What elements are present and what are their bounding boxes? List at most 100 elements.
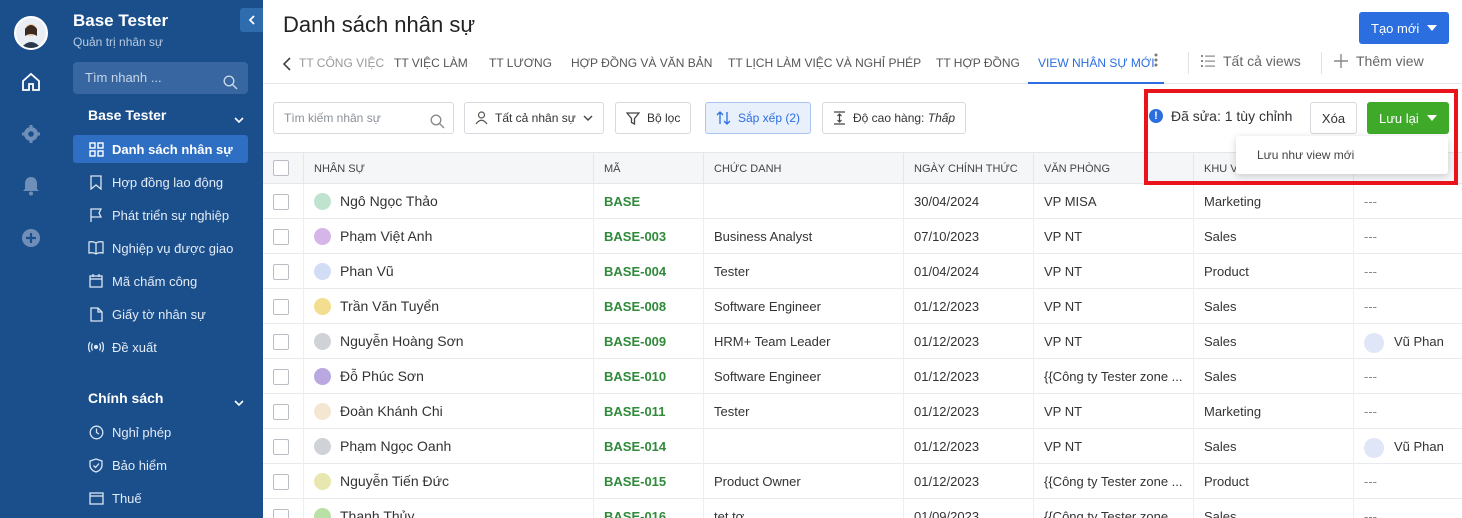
table-row[interactable]: Thanh Thủy BASE-016 tet tơ 01/09/2023 {{Công… bbox=[263, 499, 1462, 518]
employee-title: tet tơ bbox=[703, 499, 903, 518]
row-checkbox[interactable] bbox=[273, 439, 289, 455]
tab-tt-lich-lam-viec[interactable]: TT LỊCH LÀM VIỆC VÀ NGHỈ PHÉP bbox=[728, 56, 921, 70]
employee-area: Sales bbox=[1193, 359, 1353, 394]
row-height-button[interactable]: Độ cao hàng: Thấp bbox=[822, 102, 967, 134]
employee-area: Marketing bbox=[1193, 184, 1353, 219]
row-checkbox[interactable] bbox=[273, 194, 289, 210]
column-header-ngay-chinh-thuc[interactable]: NGÀY CHÍNH THỨC bbox=[903, 153, 1033, 185]
settings-gear-icon[interactable] bbox=[19, 122, 43, 146]
employee-title: Product Owner bbox=[703, 464, 903, 499]
employee-start-date: 01/09/2023 bbox=[903, 499, 1033, 518]
row-checkbox[interactable] bbox=[273, 404, 289, 420]
receipt-icon bbox=[88, 490, 104, 506]
table-row[interactable]: Phan Vũ BASE-004 Tester 01/04/2024 VP NT Prod… bbox=[263, 254, 1462, 289]
employee-office: VP NT bbox=[1033, 394, 1193, 429]
divider bbox=[1188, 52, 1189, 74]
save-button[interactable]: Lưu lại bbox=[1367, 102, 1449, 134]
employee-name-cell[interactable]: Phạm Việt Anh bbox=[303, 219, 593, 254]
sidebar-item-hop-dong-lao-dong[interactable]: Hợp đồng lao động bbox=[73, 168, 248, 196]
employee-name-cell[interactable]: Đỗ Phúc Sơn bbox=[303, 359, 593, 394]
employee-start-date: 30/04/2024 bbox=[903, 184, 1033, 219]
sidebar-item-giay-to-nhan-su[interactable]: Giấy tờ nhân sự bbox=[73, 300, 248, 328]
sort-button[interactable]: Sắp xếp (2) bbox=[705, 102, 812, 134]
sidebar-item-de-xuat[interactable]: Đề xuất bbox=[73, 333, 248, 361]
employee-avatar bbox=[314, 263, 331, 280]
row-checkbox[interactable] bbox=[273, 474, 289, 490]
table-row[interactable]: Phạm Việt Anh BASE-003 Business Analyst 07/… bbox=[263, 219, 1462, 254]
sidebar-item-label: Danh sách nhân sự bbox=[112, 141, 233, 157]
sidebar-item-phat-trien-su-nghiep[interactable]: Phát triển sự nghiệp bbox=[73, 201, 248, 229]
caret-down-icon bbox=[1427, 25, 1437, 31]
employee-name-cell[interactable]: Thanh Thủy bbox=[303, 499, 593, 518]
employee-area: Marketing bbox=[1193, 394, 1353, 429]
sidebar-item-thue[interactable]: Thuế bbox=[73, 484, 248, 512]
shield-icon bbox=[88, 457, 104, 473]
home-icon[interactable] bbox=[19, 70, 43, 94]
chevron-down-icon[interactable] bbox=[234, 395, 244, 410]
tab-view-nhan-su-moi[interactable]: VIEW NHÂN SỰ MỚI bbox=[1038, 56, 1155, 70]
employee-name-cell[interactable]: Nguyễn Tiến Đức bbox=[303, 464, 593, 499]
row-select-cell bbox=[263, 464, 303, 499]
add-circle-icon[interactable] bbox=[19, 226, 43, 250]
employee-code: BASE-003 bbox=[593, 219, 703, 254]
row-checkbox[interactable] bbox=[273, 334, 289, 350]
employee-area: Sales bbox=[1193, 289, 1353, 324]
row-checkbox[interactable] bbox=[273, 369, 289, 385]
tab-hop-dong-va-van-ban[interactable]: HỢP ĐỒNG VÀ VĂN BẢN bbox=[571, 56, 712, 70]
user-avatar[interactable] bbox=[14, 16, 48, 50]
sidebar-item-nghiep-vu-duoc-giao[interactable]: Nghiệp vụ được giao bbox=[73, 234, 248, 262]
employee-name-cell[interactable]: Nguyễn Hoàng Sơn bbox=[303, 324, 593, 359]
tab-tt-luong[interactable]: TT LƯƠNG bbox=[489, 56, 552, 70]
save-as-new-view-option[interactable]: Lưu như view mới bbox=[1236, 136, 1448, 174]
employee-avatar bbox=[314, 368, 331, 385]
more-vertical-icon[interactable] bbox=[1154, 53, 1158, 70]
tab-tt-viec-lam[interactable]: TT VIỆC LÀM bbox=[394, 56, 468, 70]
table-row[interactable]: Đỗ Phúc Sơn BASE-010 Software Engineer 01/1… bbox=[263, 359, 1462, 394]
row-height-icon bbox=[834, 111, 845, 125]
employee-name: Thanh Thủy bbox=[340, 508, 415, 518]
delete-button[interactable]: Xóa bbox=[1310, 102, 1357, 134]
sidebar-item-bao-hiem[interactable]: Bảo hiểm bbox=[73, 451, 248, 479]
sidebar-search-input[interactable]: Tìm nhanh ... bbox=[73, 62, 248, 94]
employee-name-cell[interactable]: Ngô Ngọc Thảo bbox=[303, 184, 593, 219]
create-new-button[interactable]: Tạo mới bbox=[1359, 12, 1449, 44]
row-checkbox[interactable] bbox=[273, 509, 289, 518]
add-view-link[interactable]: Thêm view bbox=[1334, 53, 1424, 69]
collapse-sidebar-button[interactable] bbox=[240, 8, 263, 32]
row-checkbox[interactable] bbox=[273, 299, 289, 315]
table-row[interactable]: Trần Văn Tuyển BASE-008 Software Engineer 0… bbox=[263, 289, 1462, 324]
all-views-link[interactable]: Tất cả views bbox=[1201, 53, 1301, 69]
employee-office: VP NT bbox=[1033, 324, 1193, 359]
employee-name-cell[interactable]: Phan Vũ bbox=[303, 254, 593, 289]
sidebar-item-nghi-phep[interactable]: Nghỉ phép bbox=[73, 418, 248, 446]
column-header-ma[interactable]: MÃ bbox=[593, 153, 703, 185]
row-checkbox[interactable] bbox=[273, 264, 289, 280]
table-row[interactable]: Ngô Ngọc Thảo BASE 30/04/2024 VP MISA Market… bbox=[263, 184, 1462, 219]
column-header-van-phong[interactable]: VĂN PHÒNG bbox=[1033, 153, 1193, 185]
tab-tt-hop-dong[interactable]: TT HỢP ĐỒNG bbox=[936, 56, 1020, 70]
bell-icon[interactable] bbox=[19, 174, 43, 198]
table-row[interactable]: Nguyễn Hoàng Sơn BASE-009 HRM+ Team Leader… bbox=[263, 324, 1462, 359]
employee-scope-dropdown[interactable]: Tất cả nhân sự bbox=[464, 102, 604, 134]
column-header-nhan-su[interactable]: NHÂN SỰ bbox=[303, 153, 593, 185]
employee-name-cell[interactable]: Phạm Ngọc Oanh bbox=[303, 429, 593, 464]
row-checkbox[interactable] bbox=[273, 229, 289, 245]
employee-name-cell[interactable]: Đoàn Khánh Chi bbox=[303, 394, 593, 429]
employee-search-input[interactable]: Tìm kiếm nhân sự bbox=[273, 102, 454, 134]
filter-button[interactable]: Bộ lọc bbox=[615, 102, 692, 134]
table-row[interactable]: Phạm Ngọc Oanh BASE-014 01/12/2023 VP NT Sal… bbox=[263, 429, 1462, 464]
table-row[interactable]: Đoàn Khánh Chi BASE-011 Tester 01/12/2023 VP… bbox=[263, 394, 1462, 429]
chevron-down-icon[interactable] bbox=[234, 112, 244, 127]
employee-name-cell[interactable]: Trần Văn Tuyển bbox=[303, 289, 593, 324]
sidebar-group-base-tester[interactable]: Base Tester bbox=[88, 107, 166, 123]
sidebar-item-danh-sach-nhan-su[interactable]: Danh sách nhân sự bbox=[73, 135, 248, 163]
sidebar-group-chinh-sach[interactable]: Chính sách bbox=[88, 390, 163, 406]
tab-tt-cong-viec[interactable]: TT CÔNG VIỆC bbox=[299, 56, 384, 70]
column-header-chuc-danh[interactable]: CHỨC DANH bbox=[703, 153, 903, 185]
employee-area: Sales bbox=[1193, 429, 1353, 464]
employee-manager: --- bbox=[1353, 184, 1462, 219]
select-all-checkbox[interactable] bbox=[273, 160, 289, 176]
table-row[interactable]: Nguyễn Tiến Đức BASE-015 Product Owner 01/1… bbox=[263, 464, 1462, 499]
sidebar-item-ma-cham-cong[interactable]: Mã chấm công bbox=[73, 267, 248, 295]
tabs-scroll-left-icon[interactable] bbox=[277, 54, 297, 74]
